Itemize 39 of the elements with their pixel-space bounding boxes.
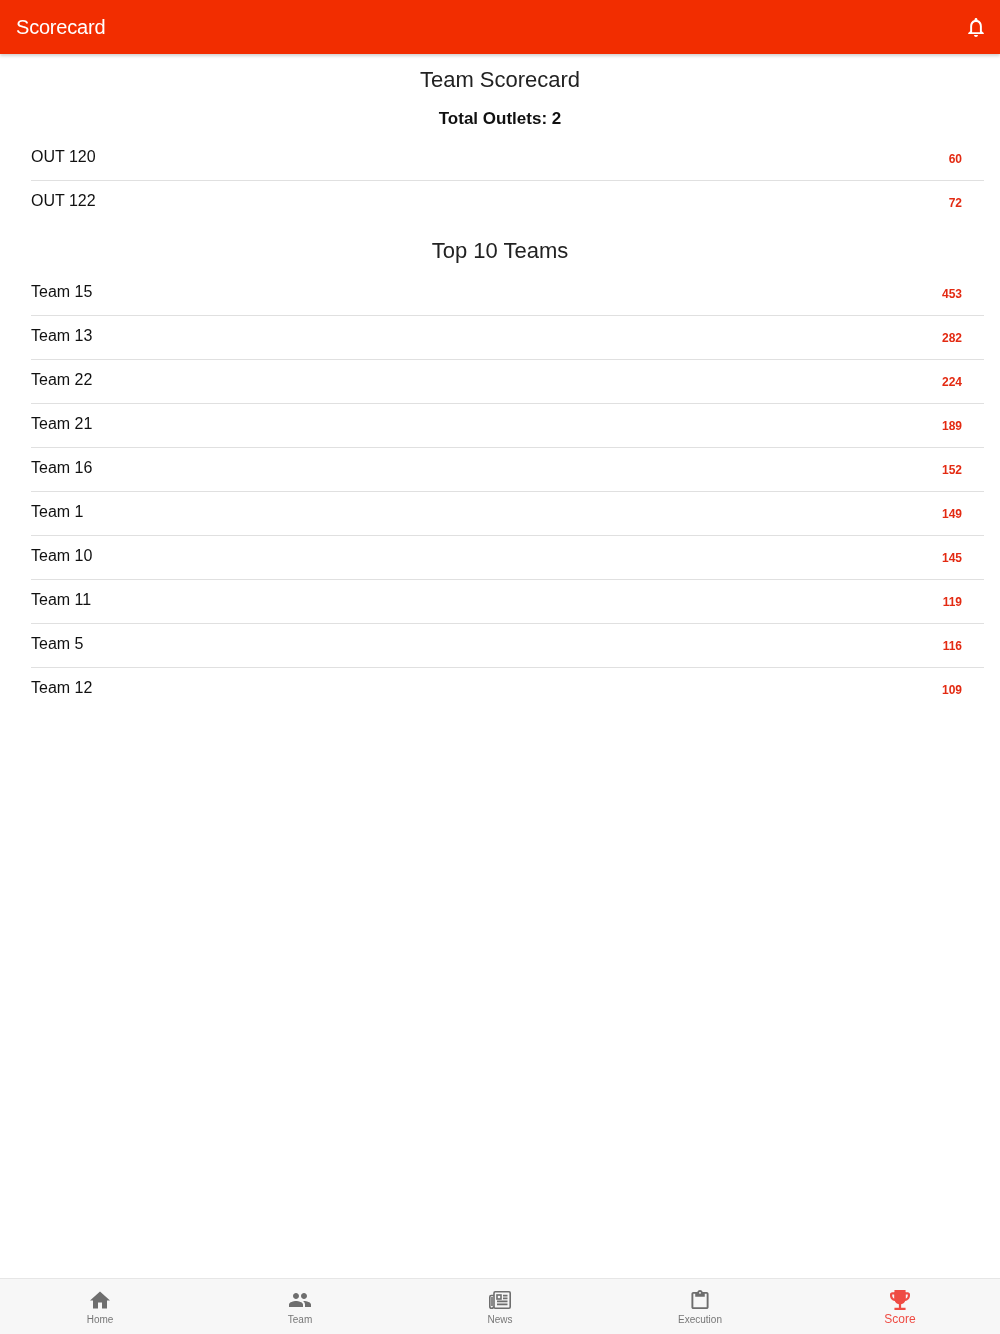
nav-tab[interactable]: Execution — [600, 1279, 800, 1334]
trophy-icon — [890, 1290, 910, 1310]
team-score: 189 — [941, 418, 962, 434]
nav-tab[interactable]: Team — [200, 1279, 400, 1334]
outlet-score: 72 — [948, 195, 962, 211]
team-name: Team 21 — [31, 414, 93, 434]
outlet-name: OUT 122 — [31, 191, 96, 211]
team-name: Team 16 — [31, 458, 93, 478]
team-score: 109 — [941, 682, 962, 698]
section-title: Team Scorecard — [419, 66, 581, 94]
total-outlets-text: Total Outlets: 2 — [438, 108, 562, 130]
team-name: Team 11 — [31, 590, 92, 610]
team-score: 119 — [942, 594, 962, 610]
bell-icon — [968, 17, 984, 37]
team-name: Team 22 — [31, 370, 93, 390]
outlet-score: 60 — [948, 151, 962, 167]
team-score: 453 — [941, 286, 962, 302]
app-bar-title: Scorecard — [16, 15, 106, 39]
team-score: 149 — [941, 506, 962, 522]
nav-tab[interactable]: Home — [0, 1279, 200, 1334]
nav-tab[interactable]: Score — [800, 1279, 1000, 1334]
nav-tab[interactable]: News — [400, 1279, 600, 1334]
team-name: Team 10 — [31, 546, 93, 566]
clipboard-icon — [691, 1290, 709, 1310]
team-score: 224 — [941, 374, 962, 390]
home-icon — [90, 1290, 110, 1310]
newspaper-icon — [489, 1290, 511, 1310]
team-name: Team 1 — [31, 502, 84, 522]
people-icon — [289, 1290, 311, 1310]
section-title: Top 10 Teams — [431, 237, 569, 265]
team-score: 282 — [941, 330, 962, 346]
team-name: Team 12 — [31, 678, 93, 698]
team-name: Team 13 — [31, 326, 93, 346]
team-score: 116 — [942, 638, 962, 654]
team-score: 152 — [941, 462, 962, 478]
team-score: 145 — [941, 550, 962, 566]
team-name: Team 5 — [31, 634, 84, 654]
team-name: Team 15 — [31, 282, 93, 302]
outlet-name: OUT 120 — [31, 147, 96, 167]
